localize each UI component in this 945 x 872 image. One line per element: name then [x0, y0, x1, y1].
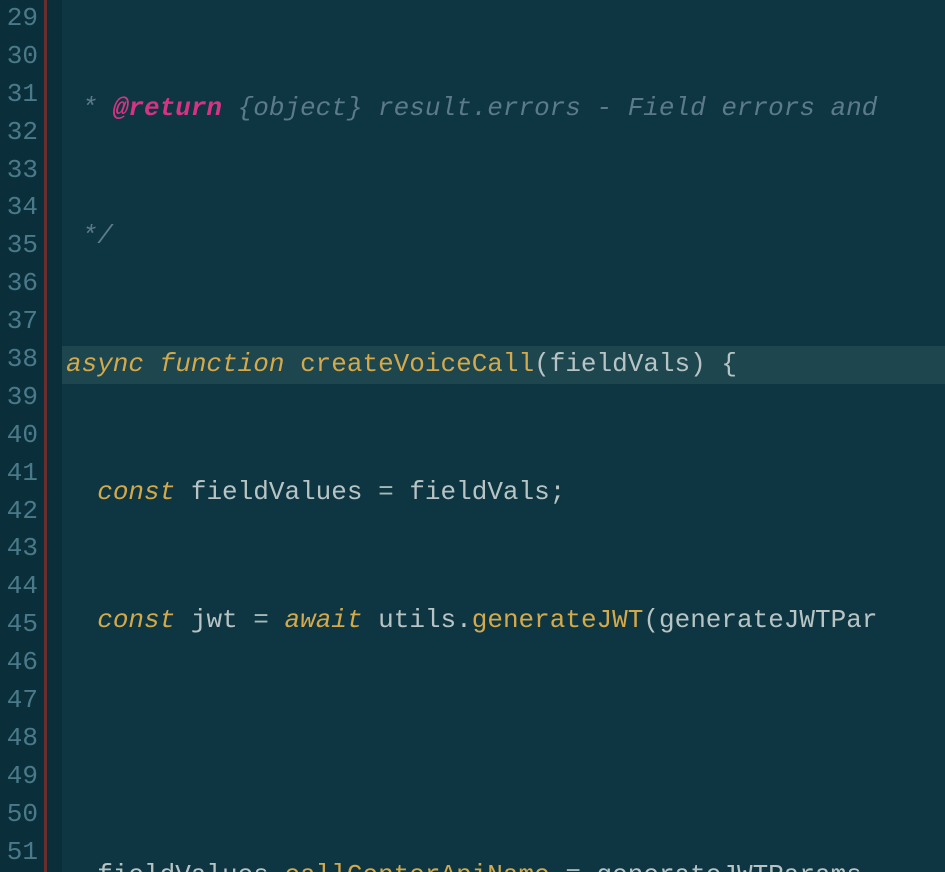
line-number: 31 [0, 76, 38, 114]
identifier: fieldValues [97, 860, 269, 872]
line-number: 48 [0, 720, 38, 758]
punct: . [269, 860, 285, 872]
keyword: const [97, 605, 175, 635]
code-line[interactable]: const jwt = await utils.generateJWT(gene… [62, 602, 945, 640]
comment-text: {object} result.errors - Field errors an… [222, 93, 877, 123]
comment-text: * [66, 93, 113, 123]
fold-bar [44, 0, 47, 872]
identifier: generateJWTParams [597, 860, 862, 872]
line-number: 33 [0, 152, 38, 190]
method-name: generateJWT [472, 605, 644, 635]
line-number: 39 [0, 379, 38, 417]
identifier: jwt [191, 605, 238, 635]
identifier: generateJWTPar [659, 605, 877, 635]
jsdoc-tag: @return [113, 93, 222, 123]
keyword: async [66, 349, 144, 379]
line-number: 50 [0, 796, 38, 834]
punct: ) [690, 349, 706, 379]
line-number: 44 [0, 568, 38, 606]
identifier: fieldValues [191, 477, 363, 507]
keyword: const [97, 477, 175, 507]
keyword: function [160, 349, 285, 379]
indent [66, 860, 97, 872]
punct: . [862, 860, 878, 872]
line-number: 49 [0, 758, 38, 796]
code-line[interactable] [62, 729, 945, 767]
indent [66, 477, 97, 507]
line-number: 51 [0, 834, 38, 872]
comment-text: */ [66, 221, 113, 251]
code-line[interactable]: * @return {object} result.errors - Field… [62, 90, 945, 128]
line-number: 41 [0, 455, 38, 493]
line-number-gutter: 29 30 31 32 33 34 35 36 37 38 39 40 41 4… [0, 0, 44, 872]
code-editor[interactable]: 29 30 31 32 33 34 35 36 37 38 39 40 41 4… [0, 0, 945, 872]
line-number: 36 [0, 265, 38, 303]
code-line[interactable]: */ [62, 218, 945, 256]
punct: ; [550, 477, 566, 507]
line-number: 38 [0, 341, 38, 379]
code-line-active[interactable]: async function createVoiceCall(fieldVals… [62, 346, 945, 384]
identifier: fieldVals [550, 349, 690, 379]
fold-column[interactable] [44, 0, 62, 872]
line-number: 47 [0, 682, 38, 720]
line-number: 35 [0, 227, 38, 265]
line-number: 29 [0, 0, 38, 38]
line-number: 37 [0, 303, 38, 341]
line-number: 34 [0, 189, 38, 227]
line-number: 30 [0, 38, 38, 76]
code-line[interactable]: const fieldValues = fieldVals; [62, 474, 945, 512]
operator: = [253, 605, 269, 635]
line-number: 40 [0, 417, 38, 455]
punct: . [456, 605, 472, 635]
line-number: 43 [0, 530, 38, 568]
function-name: createVoiceCall [300, 349, 534, 379]
property: callCenterApiName [284, 860, 549, 872]
line-number: 42 [0, 493, 38, 531]
line-number: 46 [0, 644, 38, 682]
line-number: 45 [0, 606, 38, 644]
punct: ( [643, 605, 659, 635]
identifier: fieldVals [409, 477, 549, 507]
code-line[interactable]: fieldValues.callCenterApiName = generate… [62, 857, 945, 872]
identifier: utils [378, 605, 456, 635]
keyword: await [284, 605, 362, 635]
operator: = [565, 860, 581, 872]
operator: = [378, 477, 394, 507]
indent [66, 605, 97, 635]
punct: ( [534, 349, 550, 379]
line-number: 32 [0, 114, 38, 152]
brace: { [721, 349, 737, 379]
code-area[interactable]: * @return {object} result.errors - Field… [62, 0, 945, 872]
